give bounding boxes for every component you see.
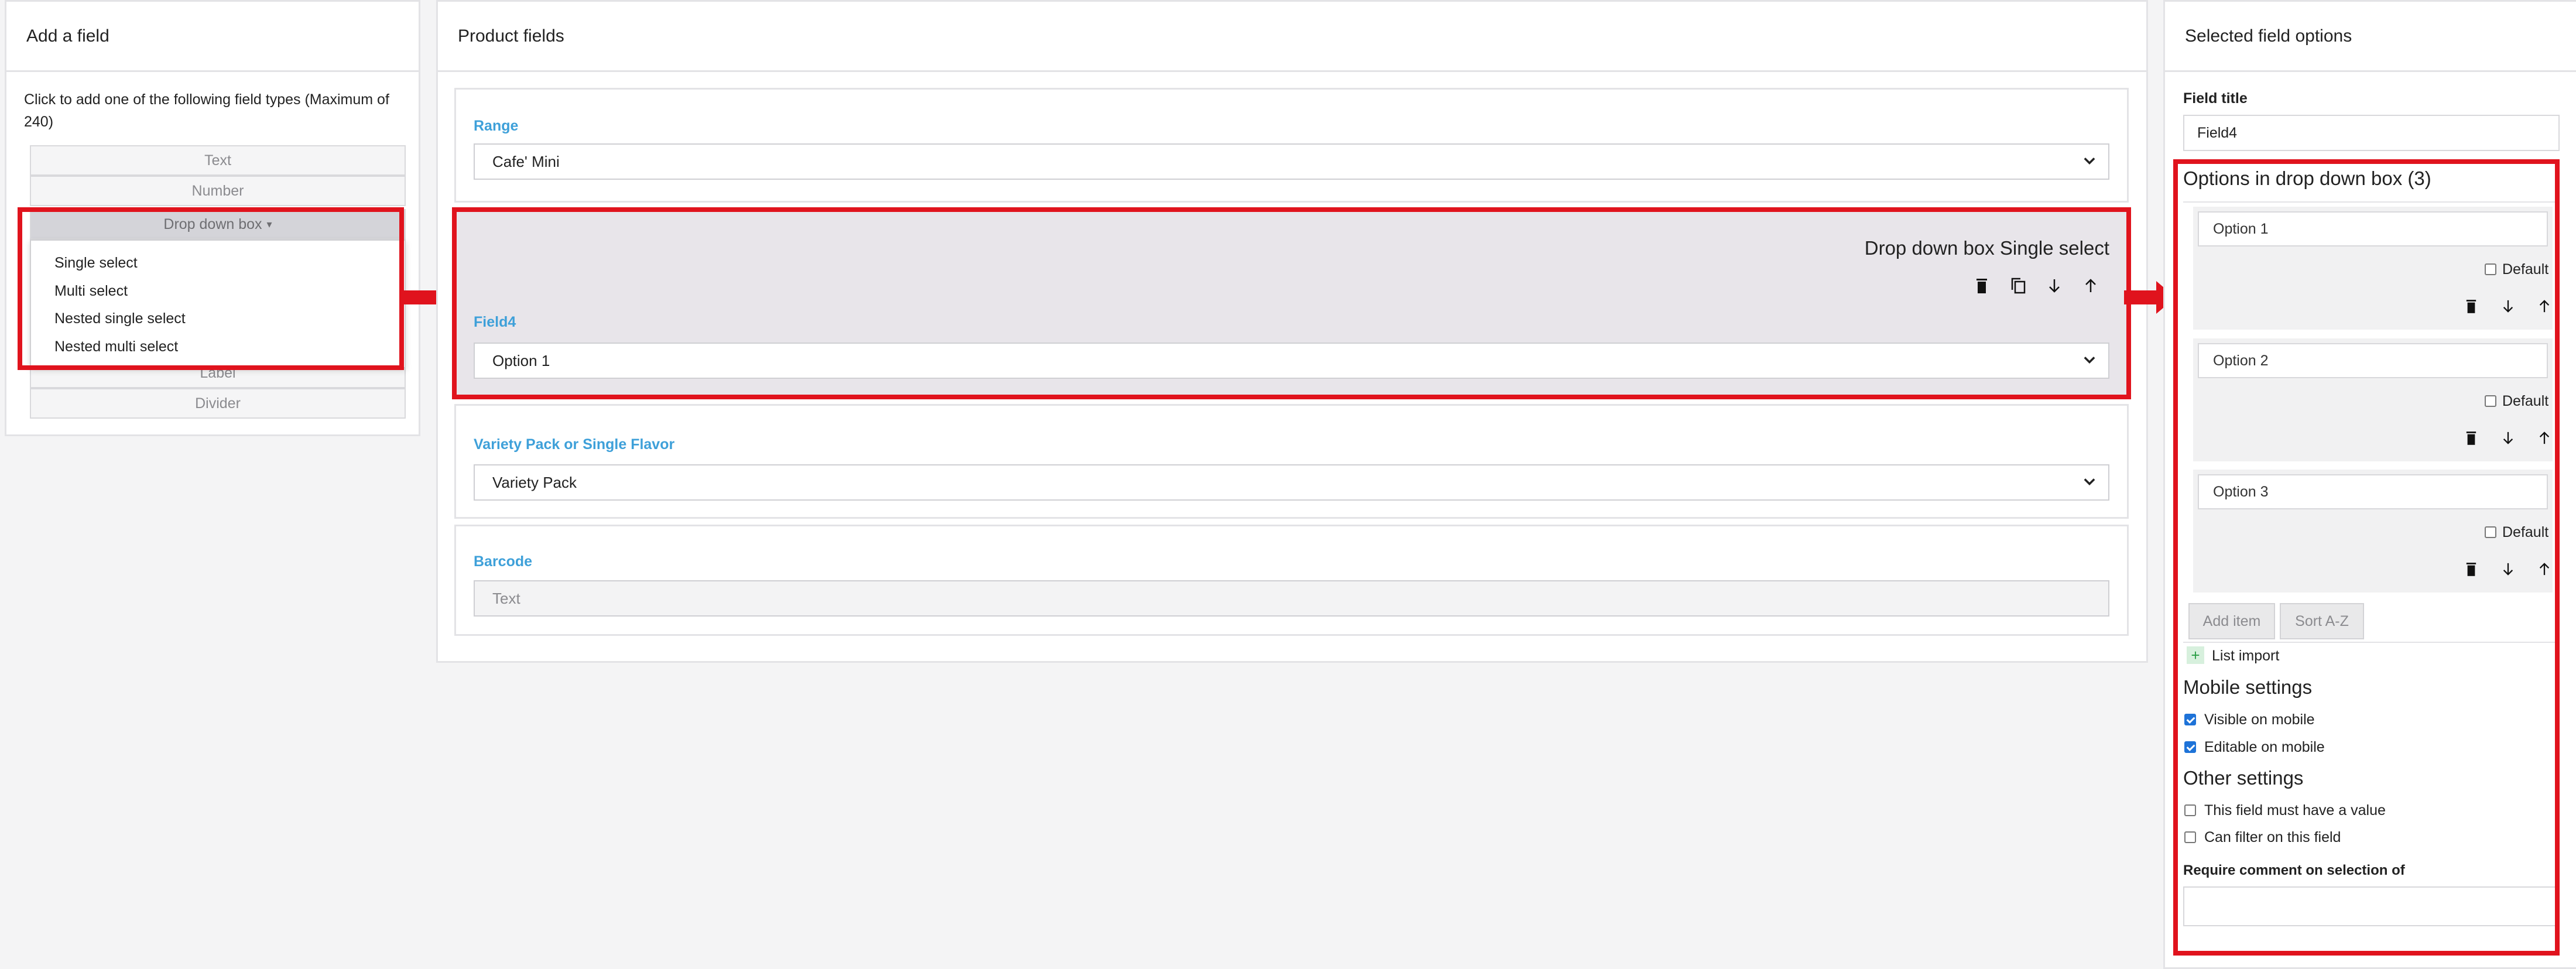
highlight-box-selected-field [452, 207, 2131, 399]
panel-title: Add a field [6, 2, 419, 72]
field-type-divider[interactable]: Divider [30, 388, 406, 419]
chevron-down-icon [2084, 157, 2095, 165]
field-card-variety[interactable]: Variety Pack or Single Flavor Variety Pa… [454, 404, 2129, 519]
range-select[interactable]: Cafe' Mini [474, 143, 2109, 180]
input-value: Field4 [2197, 124, 2238, 141]
highlight-box-dropdown [18, 207, 404, 370]
field-title-label: Field title [2183, 90, 2248, 107]
field-type-number[interactable]: Number [30, 176, 406, 206]
select-value: Variety Pack [492, 473, 577, 491]
field-card-barcode[interactable]: Barcode Text [454, 525, 2129, 636]
field-label: Range [474, 118, 519, 134]
variety-select[interactable]: Variety Pack [474, 464, 2109, 501]
panel-title: Selected field options [2165, 2, 2576, 72]
barcode-input[interactable]: Text [474, 580, 2109, 617]
input-placeholder: Text [492, 589, 520, 607]
field-card-range[interactable]: Range Cafe' Mini [454, 88, 2129, 203]
instructions-text: Click to add one of the following field … [24, 91, 389, 130]
highlight-box-options [2173, 159, 2560, 956]
chevron-down-icon [2084, 478, 2095, 485]
panel-title: Product fields [438, 2, 2146, 72]
field-label: Barcode [474, 553, 533, 570]
select-value: Cafe' Mini [492, 152, 560, 170]
field-type-text[interactable]: Text [30, 145, 406, 176]
field-title-input[interactable]: Field4 [2183, 115, 2560, 151]
field-label: Variety Pack or Single Flavor [474, 436, 675, 453]
